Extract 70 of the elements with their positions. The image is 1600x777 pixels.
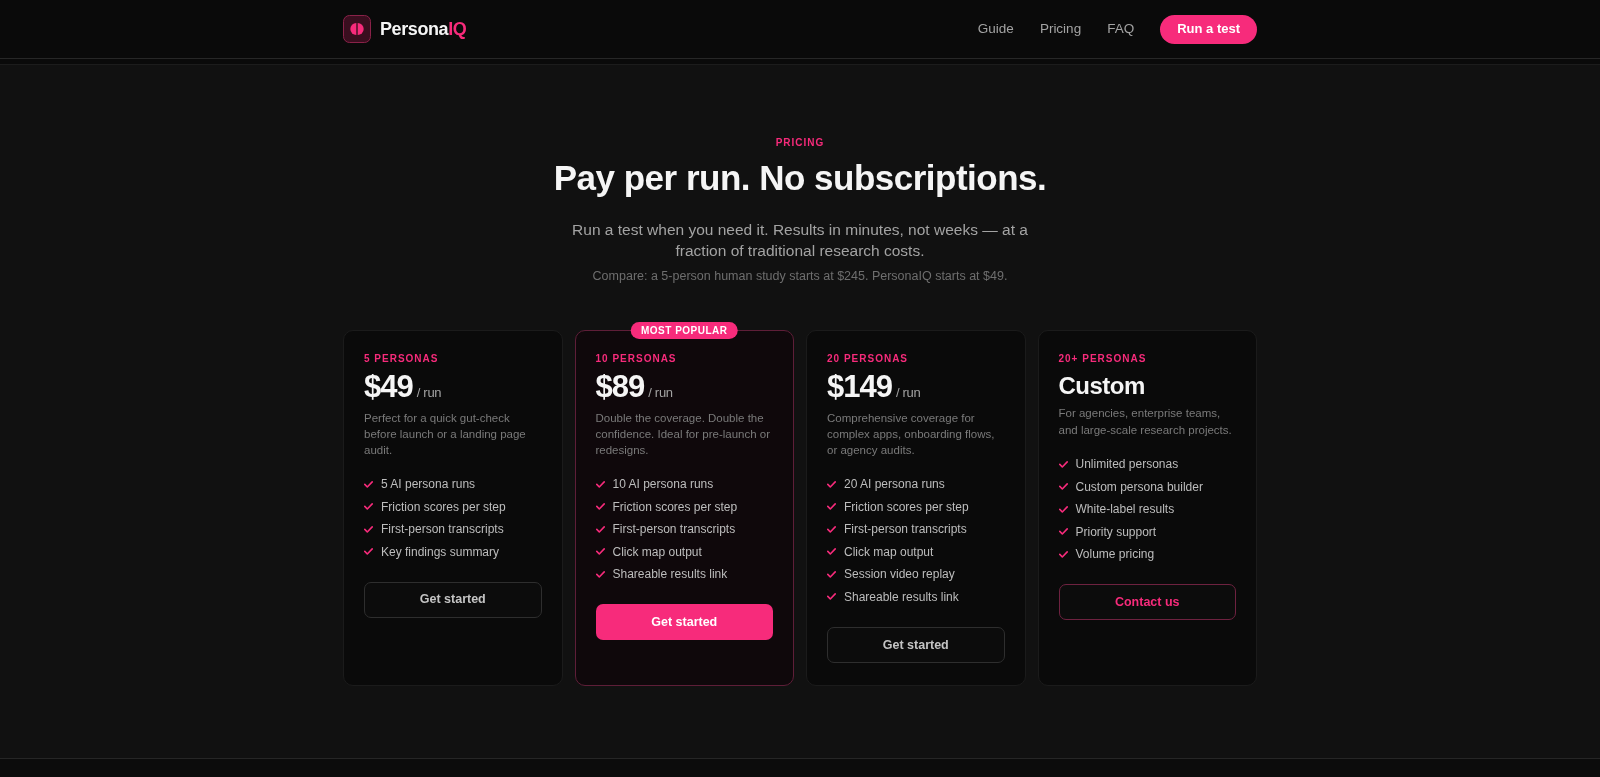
check-icon [1058,528,1068,536]
plan-description: For agencies, enterprise teams, and large-scale research projects. [1058,406,1233,438]
plan-title: Custom [1058,371,1146,401]
feature-text: Session video replay [844,566,955,583]
nav-link[interactable]: Pricing [1039,18,1082,40]
feature-text: Friction scores per step [381,498,506,515]
feature-text: 20 AI persona runs [844,476,945,492]
plan-label: 10 PERSONAS [595,352,678,366]
plan-description: Double the coverage. Double the confidence. Ideal for pre-launch or redesigns. [595,411,772,458]
feature-text: 5 AI persona runs [381,476,476,492]
check-icon [827,503,836,511]
feature-text: Shareable results link [844,588,959,605]
feature-text: Unlimited personas [1075,456,1179,472]
plan-price: $149 [827,370,892,404]
feature-text: Friction scores per step [612,498,738,515]
check-icon [827,570,836,578]
feature-text: Key findings summary [381,543,500,560]
plan-button[interactable]: Contact us [1058,584,1236,621]
price-unit: / run [895,384,921,402]
check-icon [827,593,836,601]
plan-button[interactable]: Get started [595,604,773,641]
feature-text: First-person transcripts [612,521,736,538]
check-icon [1058,460,1068,468]
logo-wordmark: PersonaIQ [380,17,467,41]
feature-text: Shareable results link [612,566,728,583]
plan-description: Perfect for a quick gut-check before launch or a landing page audit. [364,411,527,458]
nav-link[interactable]: Guide [977,18,1014,40]
check-icon [595,480,605,488]
check-icon [1058,483,1068,491]
logo-icon [343,15,371,43]
plan-label: 20+ PERSONAS [1058,352,1148,366]
plan-button[interactable]: Get started [827,626,1005,663]
feature-text: First-person transcripts [381,521,504,538]
check-icon [827,548,836,556]
subtitle: Run a test when you need it. Results in minutes, not weeks — at a fraction of traditional research costs. [571,220,1029,261]
feature-text: Click map output [844,543,934,560]
feature-text: Volume pricing [1075,546,1155,563]
feature-text: 10 AI persona runs [612,476,714,492]
feature-text: Friction scores per step [844,498,969,515]
comparison-note: Compare: a 5-person human study starts at $245. PersonaIQ starts at $49. [592,268,1008,285]
plan-price: $89 [595,370,645,404]
run-test-button[interactable]: Run a test [1160,14,1257,44]
feature-text: Priority support [1075,523,1157,540]
page-heading: Pay per run. No subscriptions. [553,158,1047,198]
check-icon [595,503,605,511]
check-icon [827,525,836,533]
check-icon [1058,505,1068,513]
check-icon [595,570,605,578]
check-icon [364,503,373,511]
check-icon [595,548,605,556]
plan-button[interactable]: Get started [364,581,542,618]
check-icon [827,480,836,488]
price-unit: / run [416,384,442,402]
check-icon [364,480,373,488]
check-icon [364,548,373,556]
check-icon [595,525,605,533]
section-eyebrow: PRICING [775,136,825,150]
price-unit: / run [648,384,673,402]
plan-description: Comprehensive coverage for complex apps, onboarding flows, or agency audits. [827,411,996,458]
plan-label: 5 PERSONAS [364,352,440,366]
nav-link[interactable]: FAQ [1107,18,1135,40]
check-icon [1058,550,1068,558]
plan-label: 20 PERSONAS [827,352,910,366]
plan-price: $49 [364,370,413,404]
popular-badge: MOST POPULAR [630,322,738,339]
feature-text: Click map output [612,543,702,560]
check-icon [364,525,373,533]
feature-text: White-label results [1075,501,1175,518]
feature-text: First-person transcripts [844,521,967,538]
feature-text: Custom persona builder [1075,478,1203,495]
